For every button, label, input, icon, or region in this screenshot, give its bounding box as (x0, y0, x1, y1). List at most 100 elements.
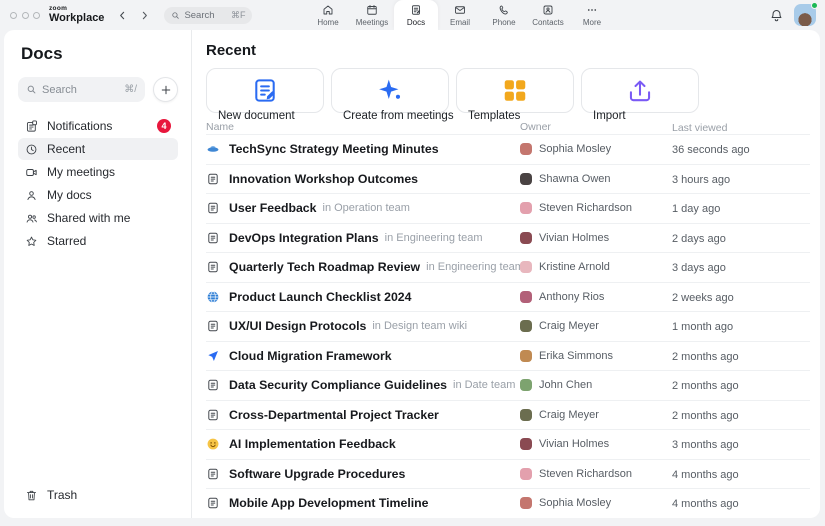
card-templates[interactable]: Templates (456, 68, 574, 122)
owner-name: Vivian Holmes (539, 438, 610, 451)
owner-avatar (520, 320, 532, 333)
star-icon (25, 235, 38, 248)
owner-name: Shawna Owen (539, 172, 611, 185)
sidebar-item-recent[interactable]: Recent (18, 138, 178, 160)
global-search-input[interactable]: Search ⌘F (164, 6, 253, 24)
docs-search-input[interactable]: Search ⌘/ (18, 77, 145, 102)
plus-icon (160, 84, 172, 96)
sidebar-nav: Notifications 4 Recent My meetings My do… (18, 115, 178, 252)
sidebar-item-my-meetings[interactable]: My meetings (18, 161, 178, 183)
doc-title: UX/UI Design Protocols (229, 319, 367, 334)
table-row[interactable]: Quarterly Tech Roadmap Review in Enginee… (206, 252, 810, 282)
owner-name: Erika Simmons (539, 349, 613, 362)
tab-phone[interactable]: Phone (482, 0, 526, 30)
last-viewed-text: 1 month ago (672, 321, 734, 334)
tab-email[interactable]: Email (438, 0, 482, 30)
tab-home[interactable]: Home (306, 0, 350, 30)
new-doc-icon (218, 76, 312, 105)
doc-icon (206, 260, 220, 274)
notification-count-badge: 4 (157, 119, 171, 133)
window-controls (10, 11, 40, 19)
docs-search-shortcut: ⌘/ (124, 84, 137, 95)
table-row[interactable]: TechSync Strategy Meeting Minutes Sophia… (206, 134, 810, 164)
sidebar-item-trash[interactable]: Trash (18, 484, 178, 506)
sidebar-search-row: Search ⌘/ (18, 77, 178, 102)
notifications-bell-icon[interactable] (769, 8, 784, 23)
sidebar-item-label: Recent (47, 142, 86, 156)
doc-badge-icon (25, 120, 38, 133)
table-row[interactable]: Product Launch Checklist 2024 Anthony Ri… (206, 281, 810, 312)
sidebar-item-label: Shared with me (47, 211, 131, 225)
table-row[interactable]: Innovation Workshop Outcomes Shawna Owen… (206, 163, 810, 194)
tab-label: Email (449, 17, 470, 27)
tab-label: Contacts (532, 17, 564, 27)
smiley-icon (206, 437, 220, 451)
card-create-from-meetings[interactable]: Create from meetings (331, 68, 454, 122)
people-icon (25, 212, 38, 225)
owner-name: John Chen (539, 379, 593, 392)
page-title: Recent (206, 42, 257, 59)
doc-icon (206, 496, 220, 510)
table-row[interactable]: Software Upgrade Procedures Steven Richa… (206, 458, 810, 489)
table-row[interactable]: UX/UI Design Protocols in Design team wi… (206, 311, 810, 341)
last-viewed-text: 4 months ago (672, 468, 739, 481)
more-icon (586, 4, 598, 16)
sidebar-item-my-docs[interactable]: My docs (18, 184, 178, 206)
contacts-icon (542, 4, 554, 16)
sidebar-item-shared-with-me[interactable]: Shared with me (18, 207, 178, 229)
sidebar-item-starred[interactable]: Starred (18, 230, 178, 252)
table-row[interactable]: User Feedback in Operation team Steven R… (206, 193, 810, 223)
last-viewed-text: 4 months ago (672, 498, 739, 511)
tab-meetings[interactable]: Meetings (350, 0, 394, 30)
content-panel: Docs Search ⌘/ Notifications 4 Recent My… (4, 30, 820, 518)
table-row[interactable]: Cloud Migration Framework Erika Simmons … (206, 340, 810, 371)
table-row[interactable]: Cross-Departmental Project Tracker Craig… (206, 399, 810, 430)
tab-label: Docs (406, 17, 426, 27)
send-icon (206, 349, 220, 363)
window-close-button[interactable] (10, 11, 17, 19)
sidebar-item-notifications[interactable]: Notifications 4 (18, 115, 178, 137)
doc-title: Cross-Departmental Project Tracker (229, 407, 439, 422)
tab-label: Meetings (355, 17, 389, 27)
sidebar-item-label: My docs (47, 188, 92, 202)
doc-title: Innovation Workshop Outcomes (229, 171, 419, 186)
last-viewed-text: 2 months ago (672, 409, 739, 422)
doc-team-suffix: in Engineering team (426, 261, 524, 274)
table-row[interactable]: Data Security Compliance Guidelines in D… (206, 370, 810, 400)
doc-title: Cloud Migration Framework (229, 348, 392, 363)
tab-docs[interactable]: Docs (394, 0, 438, 30)
sidebar-title: Docs (21, 44, 63, 63)
table-row[interactable]: Mobile App Development Timeline Sophia M… (206, 488, 810, 518)
action-cards: New document Create from meetings Templa… (206, 68, 810, 122)
sparkle-icon (343, 76, 437, 105)
tab-label: Home (317, 17, 339, 27)
phone-icon (498, 4, 510, 16)
table-row[interactable]: AI Implementation Feedback Vivian Holmes… (206, 429, 810, 459)
column-header-last-viewed: Last viewed (672, 122, 728, 134)
owner-avatar (520, 290, 532, 303)
window-minimize-button[interactable] (21, 11, 29, 19)
owner-name: Vivian Holmes (539, 231, 610, 244)
doc-title: DevOps Integration Plans (229, 230, 379, 245)
doc-title: Quarterly Tech Roadmap Review (229, 260, 421, 275)
new-doc-plus-button[interactable] (153, 77, 178, 102)
column-header-owner: Owner (520, 121, 551, 133)
zoom-workplace-logo: zoom Workplace (49, 5, 104, 25)
doc-title: Software Upgrade Procedures (229, 466, 406, 481)
last-viewed-text: 36 seconds ago (672, 144, 750, 157)
user-avatar[interactable] (794, 2, 818, 26)
card-import[interactable]: Import (581, 68, 699, 122)
table-row[interactable]: DevOps Integration Plans in Engineering … (206, 222, 810, 253)
doc-team-suffix: in Date team (453, 379, 516, 392)
last-viewed-text: 2 months ago (672, 380, 739, 393)
recent-docs-table: Name Owner Last viewed TechSync Strategy… (206, 120, 810, 518)
import-icon (593, 76, 687, 105)
global-search-placeholder: Search (184, 9, 215, 21)
tab-more[interactable]: More (570, 0, 614, 30)
back-chevron-icon[interactable] (117, 10, 128, 21)
forward-chevron-icon[interactable] (139, 10, 150, 21)
window-zoom-button[interactable] (33, 11, 40, 19)
tab-contacts[interactable]: Contacts (526, 0, 570, 30)
last-viewed-text: 1 day ago (672, 203, 721, 216)
card-new-document[interactable]: New document (206, 68, 324, 122)
